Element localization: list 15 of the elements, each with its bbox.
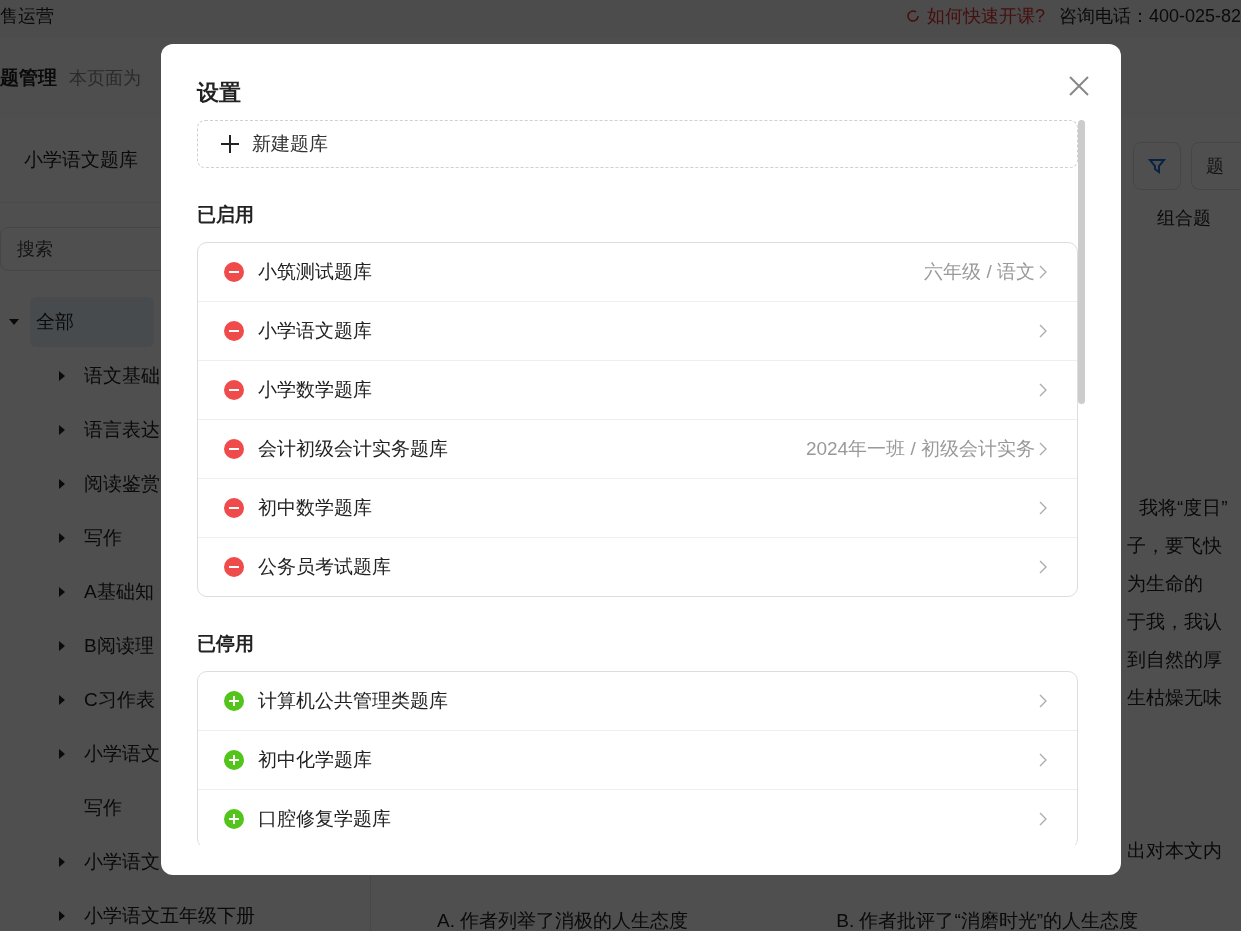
- bank-path: 六年级 / 语文: [924, 260, 1035, 284]
- passage-line: 于我，我认: [1127, 610, 1222, 634]
- passage-line: 子，要飞快: [1127, 534, 1222, 558]
- phone-number: 咨询电话：400-025-82: [1058, 5, 1241, 28]
- brand-name: 售运营: [0, 5, 54, 28]
- passage-line: 我将“度日”: [1139, 496, 1228, 520]
- passage-line: 为生命的: [1127, 572, 1203, 596]
- bank-path: 2024年一班 / 初级会计实务: [805, 437, 1035, 461]
- page-title: 题管理: [0, 66, 57, 90]
- passage-line: 生枯燥无味: [1127, 686, 1222, 710]
- dialog-title: 设置: [197, 79, 241, 107]
- section-title: 已停用: [197, 632, 255, 656]
- passage-line: 到自然的厚: [1127, 648, 1222, 672]
- section-title: 已启用: [197, 203, 255, 227]
- question-stem: 出对本文内: [1127, 839, 1222, 863]
